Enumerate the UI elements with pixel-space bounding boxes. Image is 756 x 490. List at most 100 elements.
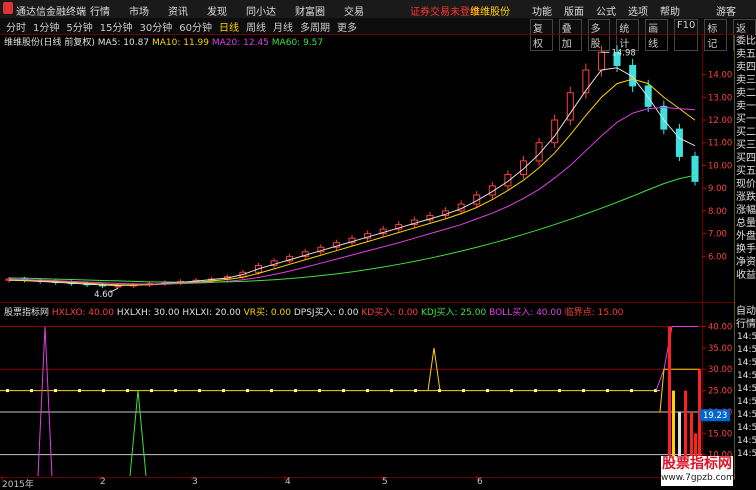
- main-legend: 维维股份(日线 前复权) MA5: 10.87 MA10: 11.99 MA20…: [4, 35, 323, 48]
- watermark-url: www.7gpzb.com: [661, 473, 735, 483]
- quote-panel: 委比 卖五 卖四 卖三 卖二 卖一 买一 买二 买三 买四 买五 现价 涨跌 涨…: [734, 35, 756, 305]
- chart-canvas[interactable]: 14.00 13.00 12.00 11.00 10.00 9.00 8.00 7.00 6.0…: [0, 0, 756, 487]
- level-marker: [534, 389, 537, 393]
- quote-label: 换手: [736, 244, 756, 255]
- quote-label: 买四: [736, 153, 756, 164]
- quote-label: 买二: [736, 127, 756, 138]
- tick-time: 14:50: [737, 358, 756, 368]
- level-marker: [366, 389, 369, 393]
- candle-body: [597, 51, 605, 71]
- price-tick-label: 14.00: [708, 71, 732, 81]
- level-marker: [150, 389, 153, 393]
- quote-mode-label: 行情: [736, 319, 756, 330]
- x-tick-label: 2015年: [2, 480, 34, 490]
- quote-label: 卖三: [736, 75, 756, 86]
- price-tick-label: 6.00: [708, 252, 727, 262]
- annotation-label: 14.98: [611, 48, 635, 58]
- ma5-line: [8, 67, 696, 286]
- tick-time: 14:50: [737, 345, 756, 355]
- x-tick-label: 6: [477, 477, 483, 487]
- level-marker: [558, 389, 561, 393]
- level-marker: [246, 389, 249, 393]
- ma60-line: [8, 174, 696, 283]
- watermark-title: 股票指标网: [662, 456, 732, 472]
- legend-kd-buy: KD买入: 0.00: [361, 308, 419, 318]
- ma10-line: [8, 78, 696, 286]
- level-marker: [318, 389, 321, 393]
- vr-buy-line: [656, 368, 700, 413]
- legend-critical-point: 临界点: 15.00: [564, 308, 624, 318]
- ma60-value: MA60: 9.57: [271, 38, 324, 48]
- level-marker: [606, 389, 609, 393]
- candle-body: [582, 69, 590, 94]
- legend-hxlxo: HXLXO: 40.00: [51, 308, 115, 318]
- auto-label[interactable]: 自动: [735, 305, 756, 318]
- ma20-value: MA20: 12.45: [211, 38, 269, 48]
- indicator-title: 股票指标网: [4, 308, 50, 318]
- boll-buy-spike: [37, 326, 53, 477]
- x-tick-label: 4: [285, 477, 291, 487]
- level-marker: [270, 389, 273, 393]
- quote-label: 卖四: [736, 62, 756, 73]
- legend-dpsj-buy: DPSJ买入: 0.00: [293, 308, 359, 318]
- tick-time: 14:50: [737, 449, 756, 459]
- level-marker: [54, 389, 57, 393]
- quote-label: 卖二: [736, 88, 756, 99]
- price-tick-label: 7.00: [708, 230, 727, 240]
- candle-body: [644, 85, 652, 107]
- x-axis: 2015年 2 3 4 5 6: [0, 477, 734, 490]
- main-chart-title: 维维股份(日线 前复权): [4, 38, 95, 48]
- price-tick-label: 10.00: [708, 161, 732, 171]
- level-marker: [174, 389, 177, 393]
- indicator-tick-label: 30.00: [708, 365, 732, 375]
- candle-body: [551, 119, 559, 144]
- candle-body: [114, 285, 122, 288]
- x-tick-label: 5: [382, 477, 388, 487]
- level-marker: [342, 389, 345, 393]
- level-marker: [390, 389, 393, 393]
- candle-body: [675, 128, 683, 157]
- legend-hxlxh: HXLXH: 30.00: [116, 308, 180, 318]
- level-marker: [486, 389, 489, 393]
- quote-label: 买一: [736, 114, 756, 125]
- tick-time: 14:50: [737, 384, 756, 394]
- level-marker: [222, 389, 225, 393]
- watermark: 股票指标网 www.7gpzb.com: [661, 456, 735, 486]
- price-tick-label: 8.00: [708, 207, 727, 217]
- level-marker: [462, 389, 465, 393]
- legend-vr-buy: VR买: 0.00: [243, 308, 291, 318]
- level-marker: [630, 389, 633, 393]
- level-marker: [6, 389, 9, 393]
- level-marker: [126, 389, 129, 393]
- quote-label: 总量: [736, 218, 756, 229]
- indicator-tick-label: 15.00: [708, 429, 732, 439]
- price-tick-label: 13.00: [708, 93, 732, 103]
- tick-time: 14:50: [737, 397, 756, 407]
- quote-label: 卖五: [736, 49, 756, 60]
- level-marker: [30, 389, 33, 393]
- legend-hxlxi: HXLXI: 20.00: [182, 308, 241, 318]
- level-marker: [102, 389, 105, 393]
- level-marker: [510, 389, 513, 393]
- annotation-label: 4.60: [94, 290, 113, 300]
- level-marker: [198, 389, 201, 393]
- quote-label: 卖一: [736, 101, 756, 112]
- level-marker: [294, 389, 297, 393]
- tick-time: 14:50: [737, 371, 756, 381]
- tick-time: 14:50: [737, 410, 756, 420]
- legend-boll-buy: BOLL买入: 40.00: [489, 308, 562, 318]
- indicator-tick-label: 40.00: [708, 323, 732, 333]
- tick-time: 14:50: [737, 332, 756, 342]
- ma10-value: MA10: 11.99: [151, 38, 209, 48]
- tick-panel: 自动 行情 14:50 14:50 14:50 14:50 14:50 14:5…: [734, 305, 756, 480]
- price-tick-label: 12.00: [708, 116, 732, 126]
- quote-label: 现价: [736, 179, 756, 190]
- current-value-label: 19.23: [703, 411, 727, 421]
- indicator-tick-label: 35.00: [708, 344, 732, 354]
- legend-kdj-buy: KDJ买入: 25.00: [421, 308, 487, 318]
- indicator-tick-label: 25.00: [708, 387, 732, 397]
- quote-label: 涨幅: [736, 205, 756, 216]
- level-marker: [582, 389, 585, 393]
- kdj-buy-spike: [129, 390, 147, 477]
- price-tick-label: 11.00: [708, 139, 732, 149]
